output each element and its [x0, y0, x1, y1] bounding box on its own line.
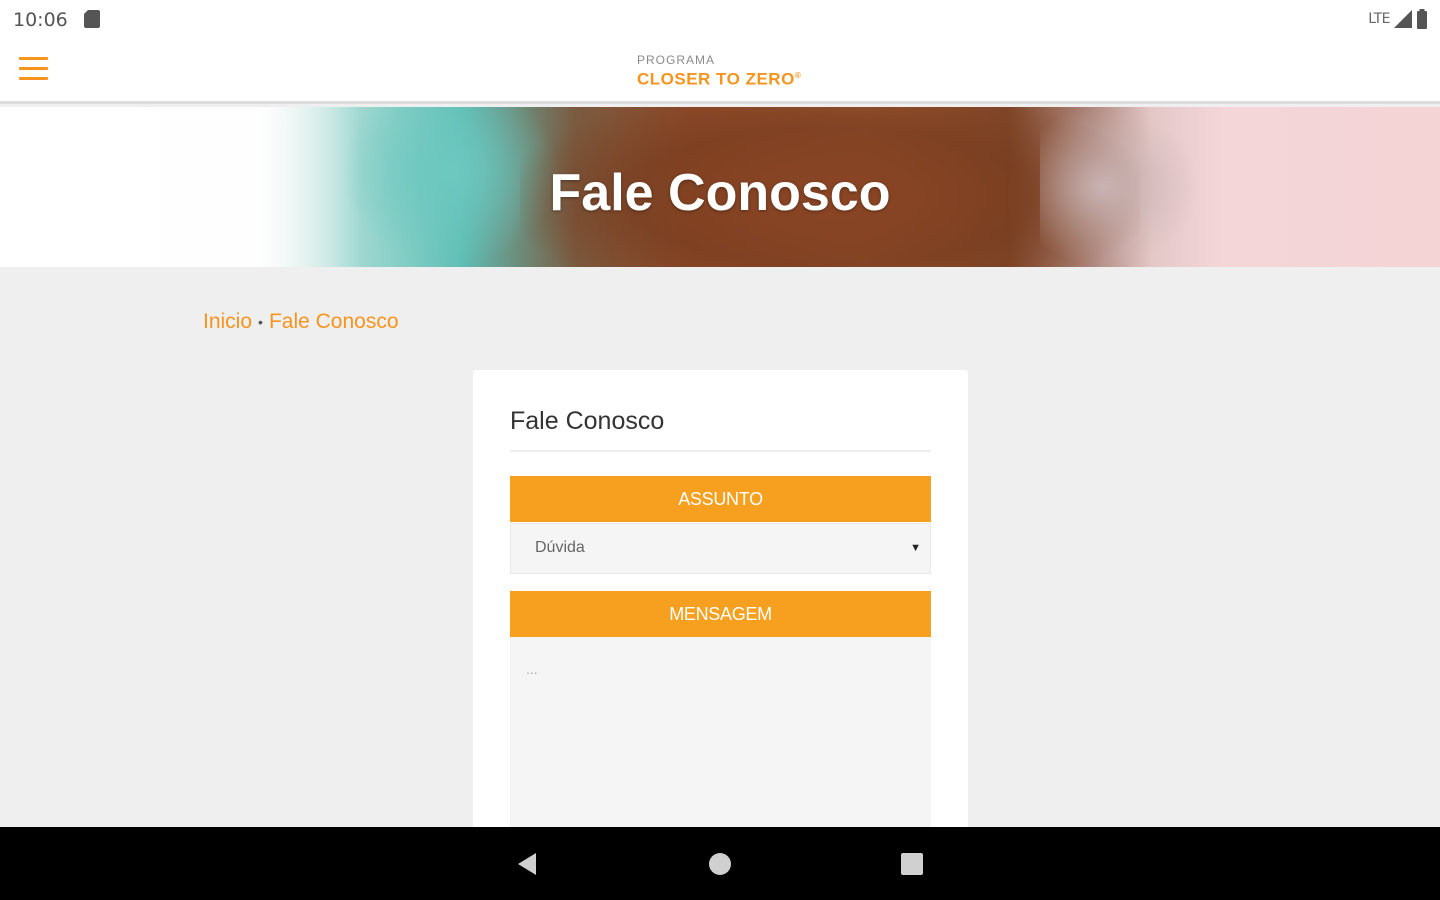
message-textarea[interactable] [510, 637, 931, 830]
registered-mark: ® [794, 71, 802, 80]
logo-main-text: CLOSER TO ZERO® [637, 69, 802, 89]
breadcrumb-home-link[interactable]: Inicio [203, 310, 252, 334]
system-nav-bar [0, 827, 1440, 900]
recent-apps-icon[interactable] [899, 851, 925, 877]
back-icon[interactable] [514, 851, 540, 877]
breadcrumb: Inicio • Fale Conosco [203, 310, 399, 334]
home-icon[interactable] [707, 851, 733, 877]
hamburger-menu-icon[interactable] [19, 57, 48, 83]
sd-card-icon [84, 10, 100, 28]
logo-top-text: PROGRAMA [637, 53, 716, 67]
hero-title: Fale Conosco [549, 164, 891, 222]
status-time: 10:06 [13, 9, 68, 31]
breadcrumb-current[interactable]: Fale Conosco [269, 310, 399, 334]
logo[interactable]: PROGRAMA CLOSER TO ZERO® [637, 54, 801, 88]
subject-label: ASSUNTO [510, 476, 931, 522]
status-bar: 10:06 LTE [0, 0, 1440, 38]
subject-select[interactable]: Dúvida ▼ [510, 523, 931, 574]
contact-form-card: Fale Conosco ASSUNTO Dúvida ▼ MENSAGEM [473, 370, 968, 830]
app-bar: PROGRAMA CLOSER TO ZERO® [0, 38, 1440, 104]
form-title: Fale Conosco [510, 407, 665, 435]
dropdown-arrow-icon: ▼ [910, 542, 921, 554]
subject-select-value: Dúvida [535, 539, 585, 556]
message-label: MENSAGEM [510, 591, 931, 637]
breadcrumb-separator: • [258, 314, 263, 330]
status-right: LTE [1368, 9, 1428, 29]
battery-icon [1417, 9, 1427, 29]
form-divider [510, 450, 931, 452]
signal-icon [1394, 10, 1412, 28]
hero-banner: Fale Conosco [0, 107, 1440, 267]
network-type: LTE [1368, 11, 1390, 27]
